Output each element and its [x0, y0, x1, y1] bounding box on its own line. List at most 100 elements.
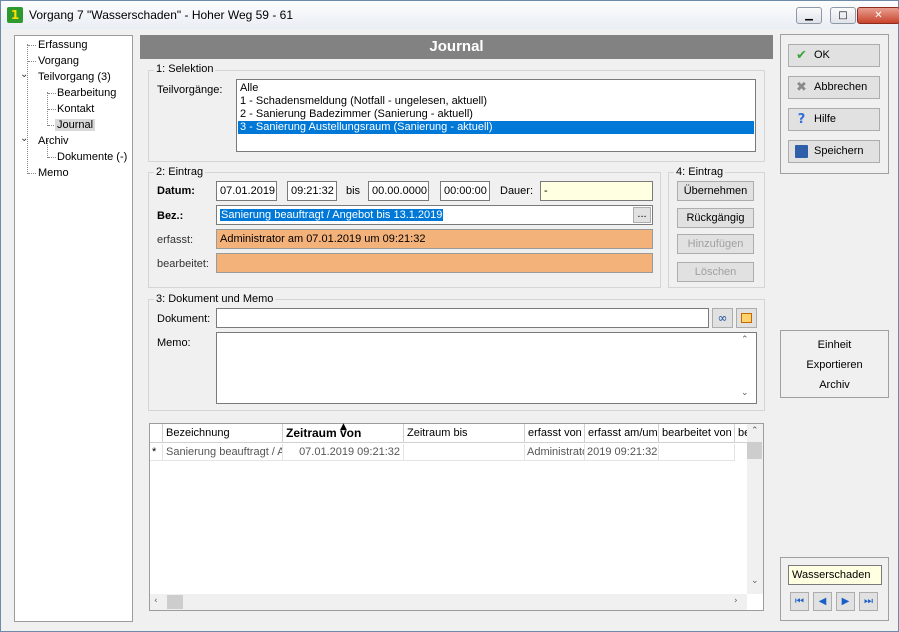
speichern-label: Speichern	[814, 145, 864, 157]
column-header[interactable]: erfasst am/um	[585, 424, 659, 443]
vertical-scrollbar[interactable]: ⌃ ⌄	[747, 424, 763, 594]
dauer-label: Dauer:	[500, 185, 534, 197]
current-record-field: Wasserschaden	[788, 565, 882, 585]
time-from-field[interactable]: 09:21:32	[287, 181, 337, 201]
tree-line	[48, 109, 56, 110]
tree-line	[28, 61, 36, 62]
title-bar[interactable]: 1 Vorgang 7 "Wasserschaden" - Hoher Weg …	[1, 1, 899, 29]
date-to-field[interactable]: 00.00.0000	[368, 181, 429, 201]
tree-item-dokumente[interactable]: Dokumente (-)	[57, 151, 127, 163]
tree-line	[27, 44, 28, 174]
tree-item-bearbeitung[interactable]: Bearbeitung	[57, 87, 116, 99]
time-to-field[interactable]: 00:00:00	[440, 181, 490, 201]
teilvorgaenge-label: Teilvorgänge:	[157, 84, 223, 96]
date-from-field[interactable]: 07.01.2019	[216, 181, 277, 201]
tree-item-archiv[interactable]: Archiv	[38, 135, 69, 147]
eintrag-actions-group-label: 4: Eintrag	[674, 166, 726, 178]
last-record-button[interactable]: ⏭	[859, 592, 878, 611]
selektion-group-label: 1: Selektion	[154, 63, 216, 75]
bez-label: Bez.:	[157, 210, 184, 222]
binoculars-icon[interactable]: ∞	[712, 308, 733, 328]
archiv-link[interactable]: Archiv	[780, 379, 889, 391]
maximize-button[interactable]: □	[830, 7, 856, 24]
dokument-label: Dokument:	[157, 313, 211, 325]
app-icon: 1	[7, 7, 23, 23]
window-title: Vorgang 7 "Wasserschaden" - Hoher Weg 59…	[29, 8, 293, 22]
dokument-field[interactable]	[216, 308, 709, 328]
tree-item-vorgang[interactable]: Vorgang	[38, 55, 79, 67]
table-cell[interactable]: 07.01.2019 09:21:32	[283, 444, 404, 461]
cancel-icon: ✖	[796, 80, 807, 95]
page-title: Journal	[140, 35, 773, 59]
uebernehmen-button[interactable]: Übernehmen	[677, 181, 754, 201]
teilvorgaenge-listbox[interactable]: Alle 1 - Schadensmeldung (Notfall - unge…	[236, 79, 756, 152]
list-item[interactable]: 1 - Schadensmeldung (Notfall - ungelesen…	[238, 95, 754, 108]
column-header[interactable]: Bezeichnung	[163, 424, 283, 443]
check-icon: ✔	[796, 48, 807, 63]
hinzufuegen-button[interactable]: Hinzufügen	[677, 234, 754, 254]
table-cell[interactable]	[659, 444, 735, 461]
tree-line	[28, 45, 36, 46]
column-header[interactable]: erfasst von	[525, 424, 585, 443]
exportieren-link[interactable]: Exportieren	[780, 359, 889, 371]
scroll-thumb[interactable]	[747, 442, 762, 459]
table-cell[interactable]: Sanierung beauftragt / A	[163, 444, 283, 461]
prev-record-button[interactable]: ◀	[813, 592, 832, 611]
scroll-down-icon[interactable]: ⌄	[741, 388, 749, 398]
speichern-button[interactable]: Speichern	[788, 140, 880, 163]
tree-item-kontakt[interactable]: Kontakt	[57, 103, 94, 115]
tree-line	[28, 173, 36, 174]
horizontal-scrollbar[interactable]: ‹ ›	[150, 594, 747, 610]
rueckgaengig-button[interactable]: Rückgängig	[677, 208, 754, 228]
table-cell[interactable]: Administrato	[525, 444, 585, 461]
help-icon: ?	[797, 112, 806, 127]
memo-field[interactable]	[216, 332, 757, 404]
close-button[interactable]: ✕	[857, 7, 899, 24]
bez-field[interactable]: Sanierung beauftragt / Angebot bis 13.1.…	[216, 205, 653, 225]
table-cell[interactable]	[404, 444, 525, 461]
tree-item-journal[interactable]: Journal	[55, 119, 96, 131]
list-item[interactable]: 2 - Sanierung Badezimmer (Sanierung - ak…	[238, 108, 754, 121]
scroll-up-icon[interactable]: ⌃	[751, 426, 759, 436]
bis-label: bis	[346, 185, 361, 197]
scroll-right-icon[interactable]: ›	[734, 596, 738, 606]
row-marker: *	[150, 444, 163, 461]
einheit-link[interactable]: Einheit	[780, 339, 889, 351]
dauer-field: -	[540, 181, 653, 201]
column-header[interactable]: bearbeitet von	[659, 424, 735, 443]
chevron-down-icon[interactable]: ⌄	[20, 69, 28, 80]
scroll-thumb[interactable]	[167, 595, 183, 609]
tree-item-memo[interactable]: Memo	[38, 167, 69, 179]
tree-line	[48, 93, 56, 94]
navigation-tree: Erfassung Vorgang ⌄ Teilvorgang (3) Bear…	[14, 35, 133, 622]
scroll-up-icon[interactable]: ⌃	[741, 335, 749, 345]
tree-item-erfassung[interactable]: Erfassung	[38, 39, 88, 51]
open-document-icon[interactable]	[736, 308, 757, 328]
chevron-down-icon[interactable]: ⌄	[20, 133, 28, 144]
hilfe-label: Hilfe	[814, 113, 837, 125]
bez-browse-button[interactable]: ...	[633, 207, 651, 223]
list-item-selected[interactable]: 3 - Sanierung Austellungsraum (Sanierung…	[238, 121, 754, 134]
memo-label: Memo:	[157, 337, 191, 349]
table-cell[interactable]: 2019 09:21:32	[585, 444, 659, 461]
bearbeitet-label: bearbeitet:	[157, 258, 209, 270]
hilfe-button[interactable]: ? Hilfe	[788, 108, 880, 131]
abbrechen-button[interactable]: ✖ Abbrechen	[788, 76, 880, 99]
column-header[interactable]: Zeitraum bis	[404, 424, 525, 443]
first-record-button[interactable]: ⏮	[790, 592, 809, 611]
loeschen-button[interactable]: Löschen	[677, 262, 754, 282]
ok-button[interactable]: ✔ OK	[788, 44, 880, 67]
scroll-left-icon[interactable]: ‹	[154, 596, 158, 606]
list-item[interactable]: Alle	[238, 82, 754, 95]
minimize-button[interactable]: ▁	[796, 7, 822, 24]
tree-line	[48, 157, 56, 158]
row-header-corner	[150, 424, 163, 443]
scroll-down-icon[interactable]: ⌄	[751, 576, 759, 586]
tree-item-teilvorgang[interactable]: Teilvorgang (3)	[38, 71, 111, 83]
ok-label: OK	[814, 49, 830, 61]
sort-arrow-icon: ▲	[340, 422, 347, 432]
datum-label: Datum:	[157, 185, 195, 197]
folder-shape	[741, 313, 752, 323]
next-record-button[interactable]: ▶	[836, 592, 855, 611]
eintrag-group-label: 2: Eintrag	[154, 166, 206, 178]
